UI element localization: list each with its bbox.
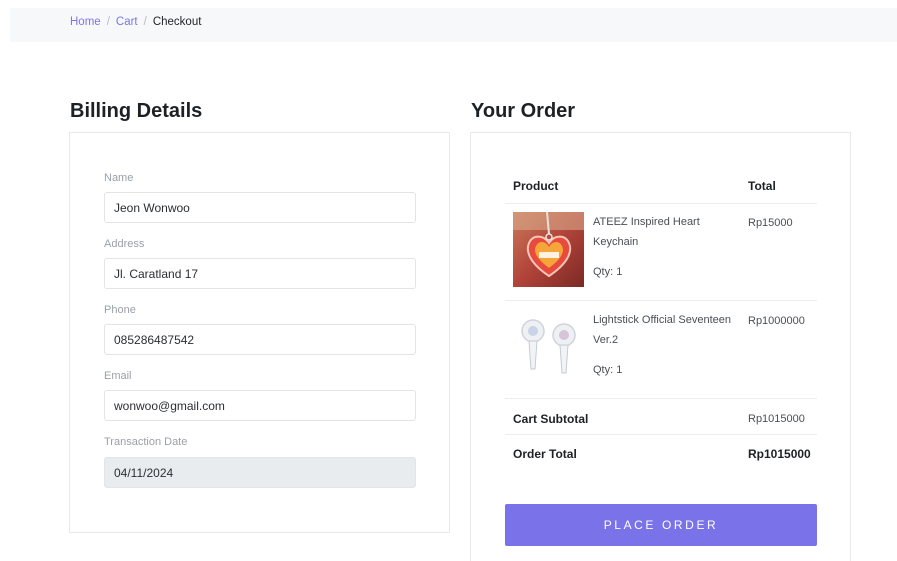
divider — [505, 203, 817, 204]
cart-subtotal-label: Cart Subtotal — [513, 412, 589, 426]
phone-field[interactable] — [104, 324, 416, 355]
email-label: Email — [104, 370, 132, 382]
heart-keychain-image — [513, 212, 584, 287]
breadcrumb-bar: Home / Cart / Checkout — [10, 8, 897, 42]
divider — [505, 300, 817, 301]
breadcrumb-home-link[interactable]: Home — [70, 16, 101, 28]
place-order-button[interactable]: PLACE ORDER — [505, 504, 817, 546]
address-label: Address — [104, 238, 145, 250]
divider — [505, 434, 817, 435]
item-qty: Qty: 1 — [593, 266, 623, 278]
lightstick-image — [513, 309, 584, 384]
total-column-header: Total — [748, 179, 776, 193]
item-price: Rp1000000 — [748, 315, 805, 327]
billing-form: Name Address Phone Email Transaction Dat… — [69, 132, 450, 533]
breadcrumb-separator: / — [106, 16, 110, 28]
transaction-date-field — [104, 457, 416, 488]
breadcrumb-separator: / — [143, 16, 147, 28]
order-title: Your Order — [471, 100, 576, 122]
item-name: Lightstick Official Seventeen Ver.2 — [593, 314, 731, 346]
item-price: Rp15000 — [748, 217, 793, 229]
order-total-value: Rp1015000 — [748, 447, 811, 461]
product-column-header: Product — [513, 179, 559, 193]
cart-subtotal-value: Rp1015000 — [748, 413, 805, 425]
phone-label: Phone — [104, 304, 136, 316]
order-total-label: Order Total — [513, 447, 577, 461]
transaction-date-label: Transaction Date — [104, 436, 188, 448]
item-name: ATEEZ Inspired Heart Keychain — [593, 216, 700, 248]
email-field[interactable] — [104, 390, 416, 421]
breadcrumb-cart-link[interactable]: Cart — [116, 16, 138, 28]
name-label: Name — [104, 172, 134, 184]
address-field[interactable] — [104, 258, 416, 289]
breadcrumb: Home / Cart / Checkout — [70, 16, 201, 28]
order-summary: Product Total ATEEZ Inspired Heart Keych… — [470, 132, 851, 561]
divider — [505, 398, 817, 399]
billing-title: Billing Details — [70, 100, 203, 122]
name-field[interactable] — [104, 192, 416, 223]
breadcrumb-current: Checkout — [152, 16, 202, 28]
item-qty: Qty: 1 — [593, 364, 623, 376]
